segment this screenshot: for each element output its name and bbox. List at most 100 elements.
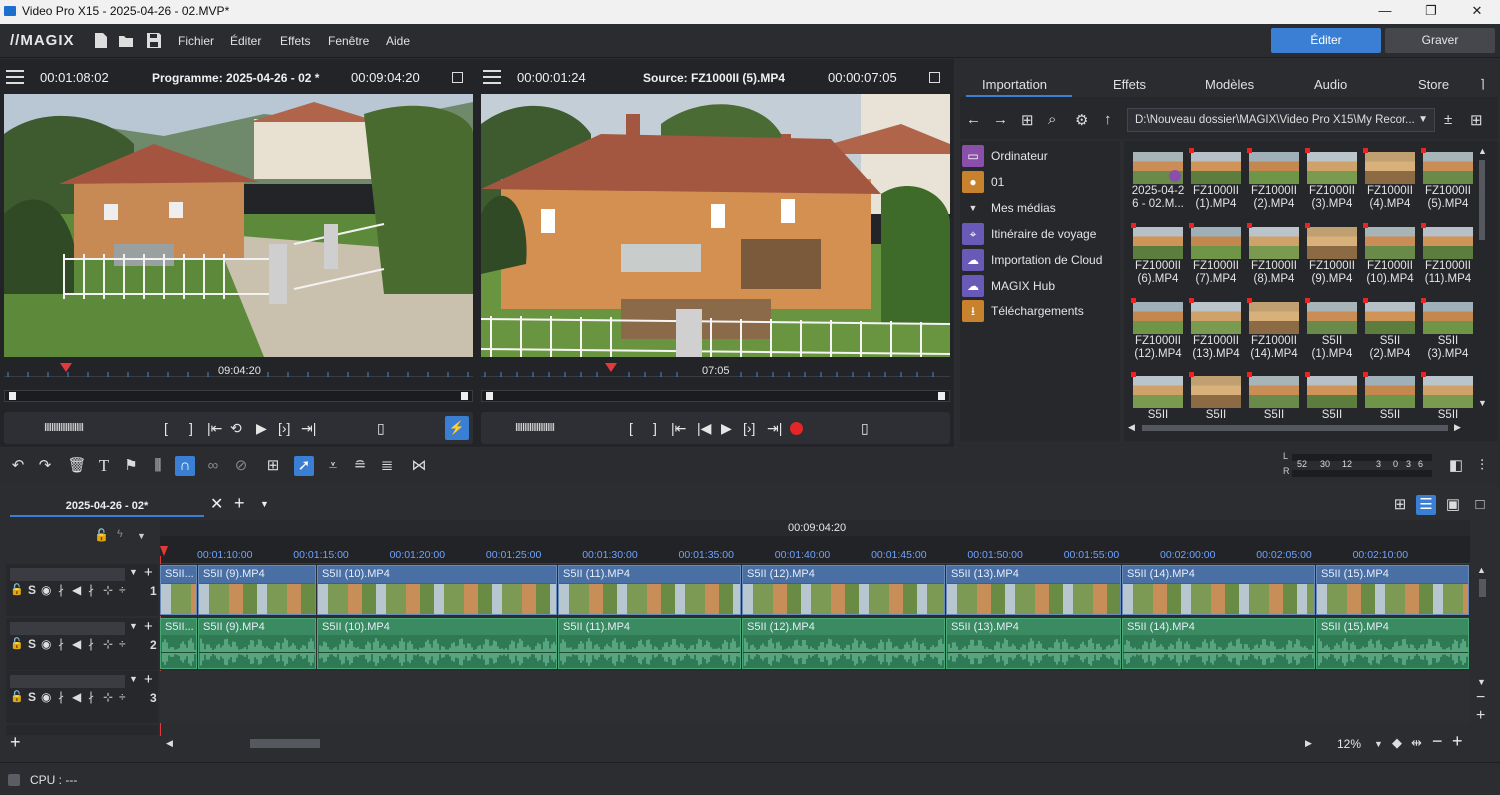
add-track-icon[interactable]: + — [10, 732, 21, 753]
program-ruler[interactable]: 09:04:20 — [4, 359, 473, 377]
media-thumbnail[interactable] — [1365, 152, 1415, 184]
scroll-start-handle[interactable] — [9, 392, 16, 400]
edit-mode-button[interactable]: Éditer — [1271, 28, 1381, 53]
playhead-marker[interactable] — [60, 363, 72, 372]
video-clip[interactable]: S5II (12).MP4 — [742, 565, 945, 615]
track-menu-chevron-icon[interactable]: ▼ — [129, 621, 138, 631]
trim-icon[interactable]: ⋈ — [409, 456, 429, 476]
settings-gear-icon[interactable]: ⚙ — [1075, 111, 1088, 129]
tab-modeles[interactable]: Modèles — [1205, 77, 1254, 92]
magnet-snap-icon[interactable]: ∩ — [175, 456, 195, 476]
pool-hscrollbar[interactable]: ◀ ▶ — [1128, 422, 1464, 434]
video-clip[interactable]: S5II (13).MP4 — [946, 565, 1121, 615]
playhead-marker[interactable] — [605, 363, 617, 372]
media-thumbnail[interactable] — [1423, 302, 1473, 334]
link-icon[interactable]: ∞ — [203, 456, 223, 476]
media-thumbnail[interactable] — [1249, 227, 1299, 259]
fader-icon[interactable]: ∤ — [88, 637, 94, 651]
minimize-button[interactable]: — — [1362, 0, 1408, 24]
scroll-up-icon[interactable]: ▲ — [1477, 565, 1486, 575]
undo-icon[interactable]: ↶ — [8, 456, 28, 476]
open-folder-icon[interactable] — [118, 32, 134, 49]
stop-icon[interactable]: ▯ — [861, 420, 869, 436]
stop-icon[interactable]: ▯ — [377, 420, 385, 436]
fader-icon[interactable]: ∤ — [88, 583, 94, 597]
menu-editer[interactable]: Éditer — [230, 34, 261, 48]
new-file-icon[interactable] — [93, 32, 109, 49]
audio-clip[interactable]: S5II (12).MP4 — [742, 618, 945, 669]
play-icon[interactable]: ▶ — [721, 420, 732, 436]
scroll-right-icon[interactable]: ▶ — [1305, 738, 1312, 749]
scroll-thumb[interactable] — [1142, 425, 1448, 431]
tab-audio[interactable]: Audio — [1314, 77, 1347, 92]
scroll-left-icon[interactable]: ◀ — [166, 738, 173, 749]
media-thumbnail[interactable] — [1423, 376, 1473, 408]
lock-icon[interactable]: 🔓 — [10, 583, 24, 596]
lock-icon[interactable]: 🔓 — [10, 690, 24, 703]
scroll-end-handle[interactable] — [938, 392, 945, 400]
track-menu-chevron-icon[interactable]: ▼ — [129, 567, 138, 577]
video-clip[interactable]: S5II (11).MP4 — [558, 565, 741, 615]
menu-icon[interactable] — [483, 70, 501, 85]
quick-render-icon[interactable]: ⚡ — [445, 416, 469, 440]
redo-icon[interactable]: ↷ — [35, 456, 55, 476]
zoom-out-track-icon[interactable]: − — [1476, 689, 1485, 707]
media-thumbnail[interactable] — [1191, 376, 1241, 408]
burn-mode-button[interactable]: Graver — [1385, 28, 1495, 53]
zoom-level[interactable]: 12% — [1337, 737, 1361, 751]
mark-out-icon[interactable]: ] — [189, 420, 193, 436]
track-menu-chevron-icon[interactable]: ▼ — [129, 674, 138, 684]
audio-mixer-icon[interactable]: ◧ — [1446, 456, 1466, 476]
media-thumbnail[interactable] — [1133, 376, 1183, 408]
cut-icon[interactable]: ⫼ — [148, 456, 168, 476]
scroll-down-icon[interactable]: ▼ — [1477, 677, 1486, 687]
add-track-icon[interactable]: + — [144, 618, 153, 635]
volume-speaker-icon[interactable]: ◀ — [72, 690, 81, 704]
up-folder-icon[interactable]: ↑ — [1104, 111, 1112, 128]
delete-icon[interactable]: 🗑 — [67, 456, 87, 476]
pan-icon[interactable]: ⊹ — [103, 583, 113, 597]
header-menu-chevron-icon[interactable]: ▼ — [137, 531, 146, 541]
fullscreen-icon[interactable] — [929, 72, 940, 83]
audio-clip[interactable]: S5II (13).MP4 — [946, 618, 1121, 669]
media-thumbnail[interactable] — [1365, 376, 1415, 408]
menu-fenetre[interactable]: Fenêtre — [328, 34, 369, 48]
audio-clip[interactable]: S5II (10).MP4 — [317, 618, 557, 669]
timeline-hscroll-thumb[interactable] — [250, 739, 320, 748]
tab-menu-chevron-icon[interactable]: ▼ — [260, 499, 269, 509]
ripple-icon[interactable]: ⩡ — [323, 456, 343, 476]
add-track-icon[interactable]: + — [144, 671, 153, 688]
pan-icon[interactable]: ⊹ — [103, 690, 113, 704]
audio-clip[interactable]: S5II (11).MP4 — [558, 618, 741, 669]
maximize-button[interactable]: ❐ — [1408, 0, 1454, 24]
video-clip[interactable]: S5II (10).MP4 — [317, 565, 557, 615]
visibility-eye-icon[interactable]: ◉ — [41, 690, 51, 704]
solo-button[interactable]: S — [28, 583, 36, 597]
video-clip[interactable]: S5II (14).MP4 — [1122, 565, 1315, 615]
track-name-field[interactable] — [10, 675, 125, 688]
menu-icon[interactable] — [6, 70, 24, 85]
source-ruler[interactable]: 07:05 — [481, 359, 950, 377]
lock-icon[interactable]: 🔓 — [10, 637, 24, 650]
volume-speaker-icon[interactable]: ◀ — [72, 583, 81, 597]
pointer-tool-icon[interactable]: ➚ — [294, 456, 314, 476]
media-thumbnail[interactable] — [1191, 152, 1241, 184]
fader-icon[interactable]: ∤ — [58, 637, 64, 651]
mark-out-icon[interactable]: ] — [653, 420, 657, 436]
menu-fichier[interactable]: Fichier — [178, 34, 214, 48]
zoom-in-track-icon[interactable]: + — [1476, 707, 1485, 725]
loop-icon[interactable]: ⟲ — [230, 420, 242, 436]
unlink-icon[interactable]: ⊘ — [231, 456, 251, 476]
media-thumbnail[interactable] — [1307, 227, 1357, 259]
title-text-icon[interactable]: T — [94, 456, 114, 476]
jog-wheel[interactable]: ‖‖‖‖‖‖‖‖‖‖‖ — [44, 420, 84, 436]
fit-width-icon[interactable]: ◆ — [1392, 735, 1402, 751]
media-thumbnail[interactable] — [1423, 227, 1473, 259]
video-clip[interactable]: S5II... — [160, 565, 197, 615]
timeline-view-icon[interactable]: ☰ — [1416, 495, 1436, 515]
track-edit-icon[interactable]: ≣ — [377, 456, 397, 476]
tab-importation[interactable]: Importation — [982, 77, 1047, 92]
next-marker-icon[interactable]: [›] — [743, 420, 755, 436]
add-tab-icon[interactable]: + — [234, 493, 245, 514]
audio-clip[interactable]: S5II (9).MP4 — [198, 618, 316, 669]
